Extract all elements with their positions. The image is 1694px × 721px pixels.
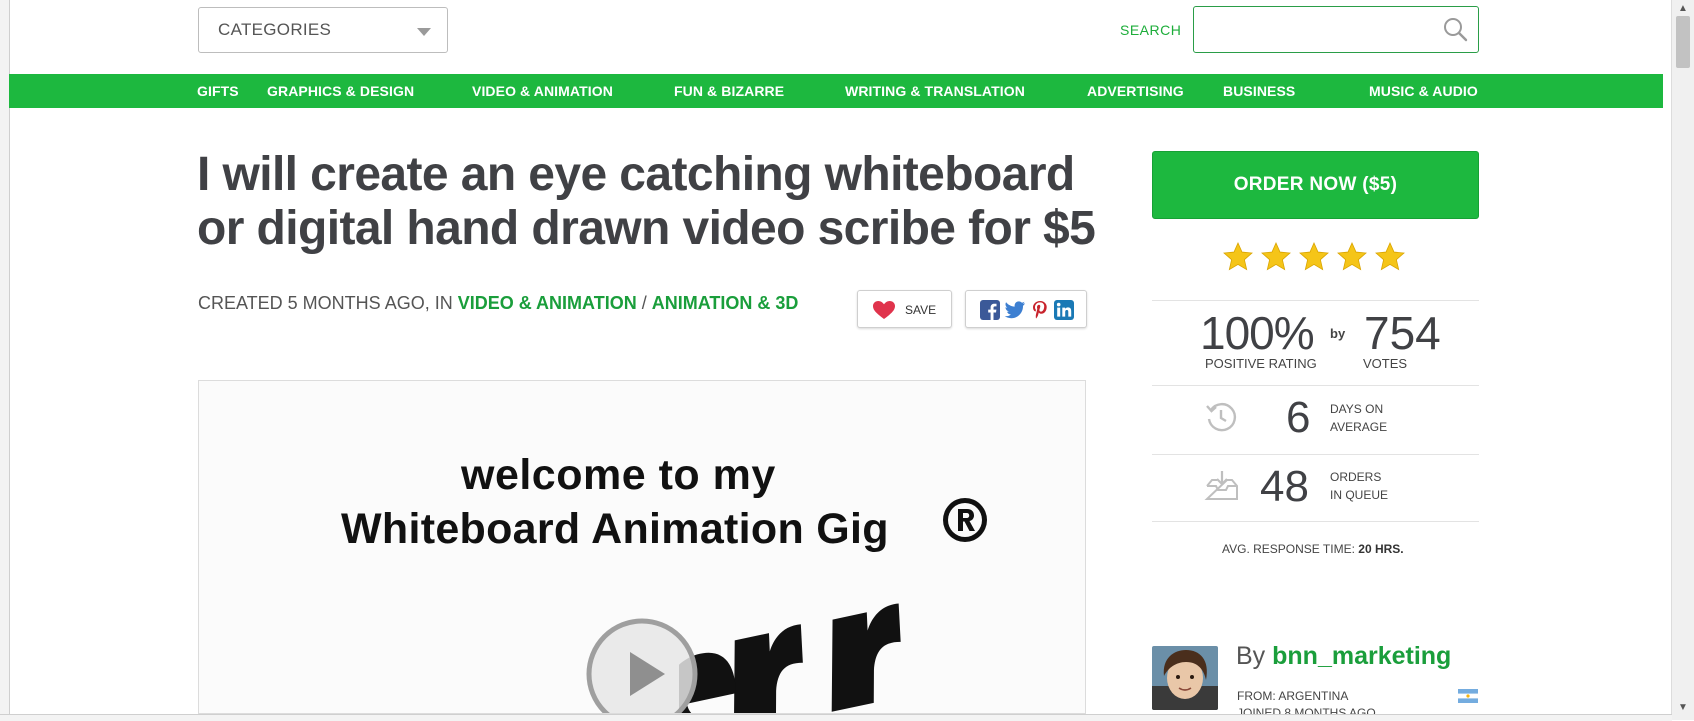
subcategory-link[interactable]: ANIMATION & 3D <box>652 293 799 313</box>
inbox-download-icon <box>1204 471 1238 500</box>
avg-response-label: AVG. RESPONSE TIME: <box>1222 542 1359 556</box>
gig-title-line-2: or digital hand drawn video scribe for $… <box>197 202 1096 255</box>
category-nav-bar: GIFTS GRAPHICS & DESIGN VIDEO & ANIMATIO… <box>9 74 1663 108</box>
positive-rating-label: POSITIVE RATING <box>1205 356 1317 371</box>
stats-divider <box>1152 454 1479 455</box>
nav-item-advertising[interactable]: ADVERTISING <box>1087 83 1184 99</box>
registered-mark-icon <box>943 498 987 542</box>
stats-divider <box>1152 521 1479 522</box>
argentina-flag-icon <box>1458 689 1478 703</box>
nav-item-graphics-design[interactable]: GRAPHICS & DESIGN <box>267 83 414 99</box>
star-icon <box>1223 242 1253 271</box>
nav-item-business[interactable]: BUSINESS <box>1223 83 1295 99</box>
by-label: by <box>1330 326 1346 341</box>
nav-item-fun-bizarre[interactable]: FUN & BIZARRE <box>674 83 784 99</box>
window-frame-left <box>0 0 10 720</box>
stats-divider <box>1152 385 1479 386</box>
days-on-average-label-2: AVERAGE <box>1330 420 1388 434</box>
search-icon[interactable] <box>1442 16 1468 42</box>
order-now-button[interactable]: ORDER NOW ($5) <box>1152 151 1479 219</box>
video-welcome-text: welcome to my <box>461 451 776 499</box>
orders-in-queue-label-1: ORDERS <box>1330 470 1382 484</box>
star-icon <box>1337 242 1367 271</box>
days-on-average-label-1: DAYS ON <box>1330 402 1384 416</box>
save-button[interactable]: SAVE <box>857 290 952 328</box>
history-clock-icon <box>1206 403 1236 432</box>
days-on-average-value: 6 <box>1286 393 1311 442</box>
gig-video-player[interactable]: welcome to my Whiteboard Animation Gig <box>198 380 1086 714</box>
orders-in-queue-label-2: IN QUEUE <box>1330 488 1389 502</box>
category-separator: / <box>636 293 652 313</box>
categories-label: CATEGORIES <box>218 20 332 39</box>
orders-in-queue-value: 48 <box>1260 462 1309 511</box>
heart-icon <box>873 301 895 319</box>
search-label: SEARCH <box>1120 22 1182 38</box>
seller-byline: By bnn_marketing <box>1236 642 1451 671</box>
created-text: CREATED 5 MONTHS AGO, IN <box>198 293 458 313</box>
nav-item-gifts[interactable]: GIFTS <box>197 83 239 99</box>
gig-title-line-1: I will create an eye catching whiteboard <box>197 148 1075 201</box>
star-icon <box>1261 242 1291 271</box>
scrollbar-thumb[interactable] <box>1676 16 1690 68</box>
category-link[interactable]: VIDEO & ANIMATION <box>458 293 637 313</box>
positive-rating-value: 100% <box>1200 307 1315 359</box>
star-icon <box>1299 242 1329 271</box>
video-err-graphic <box>679 603 901 713</box>
star-icon <box>1375 242 1405 271</box>
scroll-up-arrow-icon[interactable]: ▲ <box>1676 3 1690 15</box>
facebook-icon[interactable] <box>980 300 1000 320</box>
gig-meta: CREATED 5 MONTHS AGO, IN VIDEO & ANIMATI… <box>198 290 838 316</box>
votes-label: VOTES <box>1363 356 1408 371</box>
avg-response-value: 20 HRS. <box>1358 542 1404 556</box>
rating-stars <box>1222 241 1412 275</box>
seller-country: FROM: ARGENTINA <box>1237 689 1349 703</box>
save-label: SAVE <box>905 303 937 317</box>
nav-item-music-audio[interactable]: MUSIC & AUDIO <box>1369 83 1478 99</box>
share-buttons <box>965 290 1087 328</box>
search-input[interactable] <box>1193 6 1479 53</box>
video-gig-text: Whiteboard Animation Gig <box>341 505 889 553</box>
scroll-down-arrow-icon[interactable]: ▼ <box>1676 702 1690 714</box>
play-icon[interactable] <box>585 617 699 714</box>
nav-item-writing-translation[interactable]: WRITING & TRANSLATION <box>845 83 1025 99</box>
twitter-icon[interactable] <box>1004 300 1026 320</box>
seller-avatar[interactable] <box>1152 646 1218 710</box>
pinterest-icon[interactable] <box>1030 300 1050 320</box>
avg-response-time: AVG. RESPONSE TIME: 20 HRS. <box>1222 542 1404 556</box>
by-prefix: By <box>1236 642 1273 670</box>
gig-title: I will create an eye catching whiteboard… <box>197 148 1097 256</box>
linkedin-icon[interactable] <box>1054 300 1074 320</box>
vertical-scrollbar[interactable]: ▲ ▼ <box>1671 0 1694 720</box>
seller-username-link[interactable]: bnn_marketing <box>1272 642 1451 670</box>
votes-value: 754 <box>1364 307 1441 359</box>
stats-divider <box>1152 300 1479 301</box>
nav-item-video-animation[interactable]: VIDEO & ANIMATION <box>472 83 613 99</box>
categories-dropdown[interactable]: CATEGORIES <box>198 7 448 53</box>
chevron-down-icon <box>417 28 431 36</box>
